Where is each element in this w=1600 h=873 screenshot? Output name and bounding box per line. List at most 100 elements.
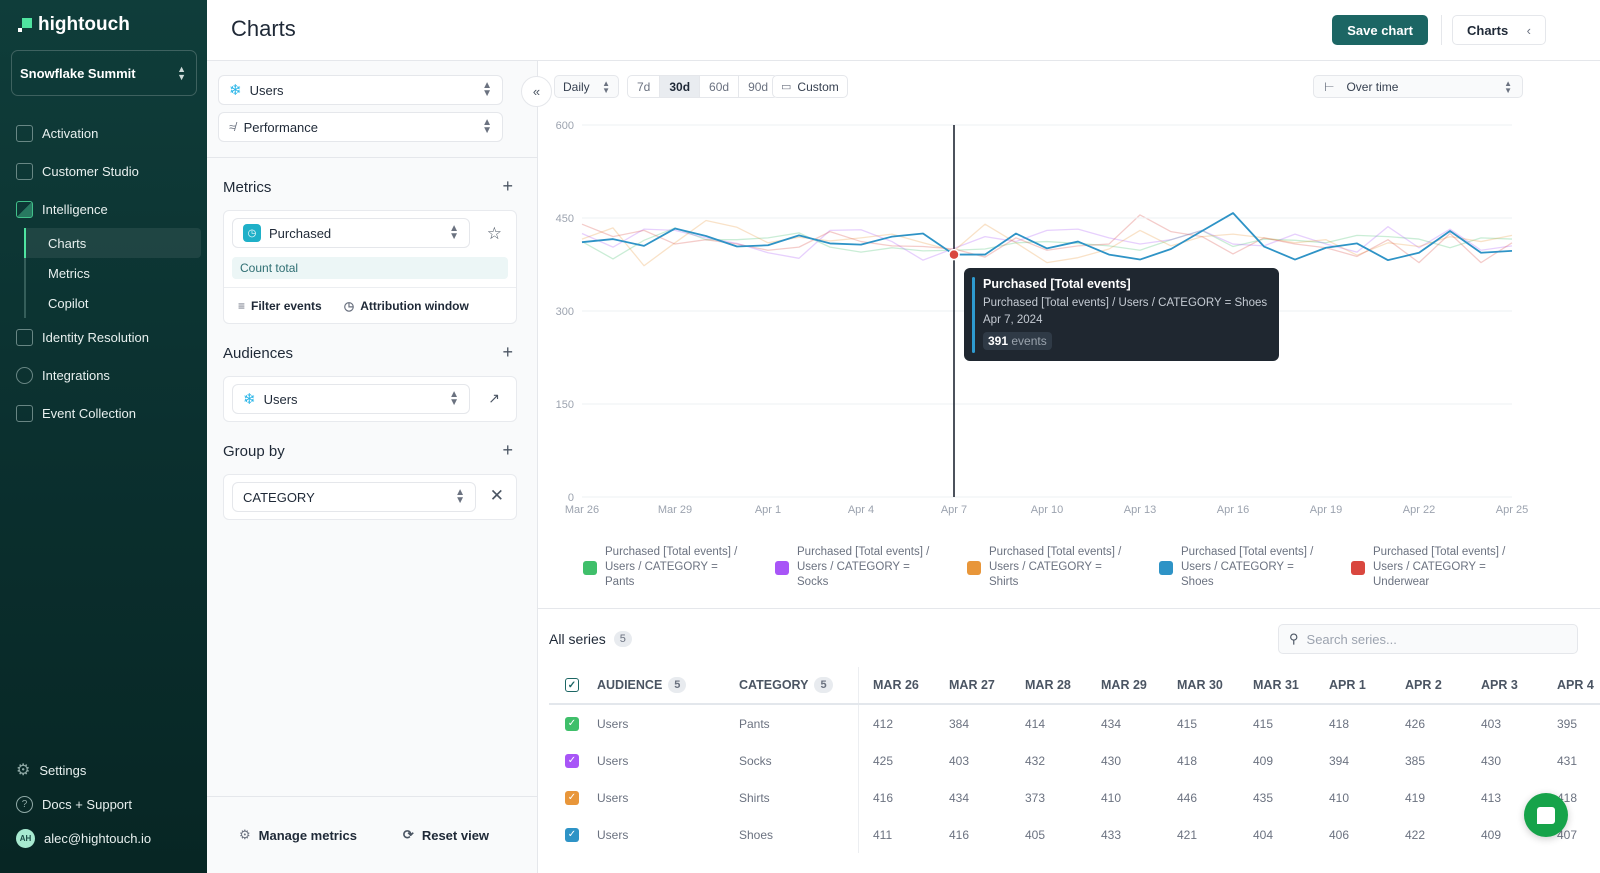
audience-count-badge: 5: [668, 677, 687, 693]
sidebar-subitem-charts[interactable]: Charts: [24, 228, 201, 258]
row-checkbox[interactable]: ✓: [565, 790, 579, 805]
remove-group-by-icon[interactable]: ✕: [490, 486, 504, 506]
tooltip-title: Purchased [Total events]: [983, 277, 1131, 291]
audience-cell: Users: [597, 716, 629, 731]
legend-item[interactable]: Purchased [Total events] / Users / CATEG…: [967, 545, 1130, 590]
legend-item[interactable]: Purchased [Total events] / Users / CATEG…: [775, 545, 938, 590]
star-icon[interactable]: ☆: [487, 224, 502, 244]
row-checkbox-cell: ✓: [549, 753, 597, 768]
value-cell: 418: [1177, 753, 1198, 768]
activation-icon: [16, 124, 33, 142]
sidebar-item-intelligence[interactable]: Intelligence: [0, 190, 207, 228]
external-link-icon[interactable]: ↗: [488, 390, 500, 407]
date-column-header[interactable]: MAR 29: [1087, 678, 1163, 692]
chat-support-button[interactable]: [1524, 793, 1568, 837]
table-row[interactable]: ✓ Users Pants 412 384 414 434 415 415 418 426 403 39…: [549, 705, 1600, 742]
date-column-header[interactable]: MAR 31: [1239, 678, 1315, 692]
chevrons-left-icon: «: [532, 84, 541, 99]
chart-legend: Purchased [Total events] / Users / CATEG…: [583, 545, 1514, 590]
value-cell: 415: [1177, 716, 1198, 731]
collapse-panel-button[interactable]: «: [521, 76, 552, 107]
range-7d[interactable]: 7d: [628, 76, 661, 97]
date-column-header[interactable]: MAR 28: [1011, 678, 1087, 692]
sidebar-item-customer-studio[interactable]: Customer Studio: [0, 152, 207, 190]
range-30d[interactable]: 30d: [660, 76, 701, 97]
sidebar-item-activation[interactable]: Activation: [0, 114, 207, 152]
chart-tooltip: Purchased [Total events] Purchased [Tota…: [964, 268, 1279, 361]
brand-logo[interactable]: hightouch: [18, 14, 130, 36]
granularity-select[interactable]: Daily ▲ ▼: [554, 75, 619, 98]
date-column-header[interactable]: MAR 27: [935, 678, 1011, 692]
table-row[interactable]: ✓ Users Shirts 416 434 373 410 446 435 410 419 413 4…: [549, 779, 1600, 816]
attribution-window-button[interactable]: ◷ Attribution window: [344, 299, 469, 313]
charts-panel-button[interactable]: Charts ‹: [1452, 15, 1546, 45]
sidebar-item-docs-support[interactable]: ? Docs + Support: [0, 787, 207, 821]
metric-select[interactable]: ◷ Purchased ▲ ▼: [232, 218, 470, 248]
sidebar-subitem-metrics[interactable]: Metrics: [26, 258, 207, 288]
user-email: alec@hightouch.io: [44, 830, 152, 846]
sidebar-subitem-copilot[interactable]: Copilot: [26, 288, 207, 318]
audiences-section-title: Audiences: [223, 345, 294, 362]
sidebar-item-label: Integrations: [42, 367, 110, 383]
row-checkbox[interactable]: ✓: [565, 827, 579, 842]
date-column-header[interactable]: MAR 26: [859, 678, 935, 692]
value-cell: 430: [1101, 753, 1122, 768]
view-mode-select[interactable]: ⊢ Over time ▲ ▼: [1313, 75, 1523, 98]
select-all-checkbox[interactable]: ✓: [565, 678, 579, 692]
audience-header[interactable]: AUDIENCE 5: [597, 677, 739, 693]
group-by-select[interactable]: CATEGORY ▲ ▼: [232, 482, 476, 512]
sidebar-item-integrations[interactable]: Integrations: [0, 356, 207, 394]
metrics-section-title: Metrics: [223, 179, 272, 196]
audience-header-label: AUDIENCE: [597, 678, 663, 692]
manage-metrics-button[interactable]: ⚙ Manage metrics: [239, 827, 357, 843]
series-line-shirts[interactable]: [581, 219, 1513, 267]
row-checkbox[interactable]: ✓: [565, 716, 579, 731]
granularity-value: Daily: [563, 79, 590, 94]
workspace-selector[interactable]: Snowflake Summit ▲ ▼: [11, 50, 197, 96]
audience-select[interactable]: ❄ Users ▲ ▼: [232, 384, 470, 414]
reset-view-button[interactable]: ⟳ Reset view: [403, 827, 489, 843]
help-icon: ?: [16, 795, 33, 813]
legend-item[interactable]: Purchased [Total events] / Users / CATEG…: [1159, 545, 1322, 590]
custom-range-button[interactable]: ▭ Custom: [772, 75, 848, 98]
table-row[interactable]: ✓ Users Shoes 411 416 405 433 421 404 406 422 409 40…: [549, 816, 1600, 853]
calendar-icon: ▭: [781, 81, 792, 93]
x-tick-label: Apr 1: [755, 504, 781, 516]
legend-item[interactable]: Purchased [Total events] / Users / CATEG…: [1351, 545, 1514, 590]
y-tick-label: 150: [556, 399, 574, 411]
date-column-header[interactable]: MAR 30: [1163, 678, 1239, 692]
filter-events-button[interactable]: ≡ Filter events: [238, 299, 322, 313]
highlighted-point[interactable]: [948, 248, 960, 261]
date-column-header[interactable]: APR 1: [1315, 678, 1391, 692]
date-column-header[interactable]: APR 4: [1543, 678, 1600, 692]
add-audience-button[interactable]: +: [502, 342, 513, 363]
x-tick-label: Apr 19: [1310, 504, 1342, 516]
add-group-by-button[interactable]: +: [502, 440, 513, 461]
table-row[interactable]: ✓ Users Socks 425 403 432 430 418 409 394 385 430 43…: [549, 742, 1600, 779]
category-header[interactable]: CATEGORY 5: [739, 667, 859, 703]
add-metric-button[interactable]: +: [502, 176, 513, 197]
legend-item[interactable]: Purchased [Total events] / Users / CATEG…: [583, 545, 746, 590]
series-line-socks[interactable]: [581, 226, 1513, 261]
sidebar-item-event-collection[interactable]: Event Collection: [0, 394, 207, 432]
aggregation-label[interactable]: Count total: [232, 257, 508, 279]
date-column-header[interactable]: APR 2: [1391, 678, 1467, 692]
view-mode-value: Over time: [1346, 79, 1399, 94]
all-series-header: All series 5: [549, 631, 632, 647]
legend-swatch: [1159, 560, 1173, 575]
sidebar-item-settings[interactable]: ⚙ Settings: [0, 753, 207, 787]
audience-cell: Users: [597, 790, 629, 805]
sidebar-item-identity-resolution[interactable]: Identity Resolution: [0, 318, 207, 356]
date-column-header[interactable]: APR 3: [1467, 678, 1543, 692]
search-icon: ⚲: [1289, 631, 1299, 646]
parent-model-select[interactable]: ❄ Users ▲ ▼: [218, 75, 503, 105]
chevron-updown-icon: ▲ ▼: [177, 64, 186, 82]
range-60d[interactable]: 60d: [700, 76, 740, 97]
search-series-input[interactable]: ⚲ Search series...: [1278, 624, 1578, 654]
chart-type-select[interactable]: ≉ Performance ▲ ▼: [218, 112, 503, 142]
row-checkbox[interactable]: ✓: [565, 753, 579, 768]
save-chart-button[interactable]: Save chart: [1332, 15, 1428, 45]
value-cell: 404: [1253, 827, 1274, 842]
user-menu[interactable]: AH alec@hightouch.io: [0, 821, 207, 855]
series-line-pants[interactable]: [581, 227, 1513, 260]
